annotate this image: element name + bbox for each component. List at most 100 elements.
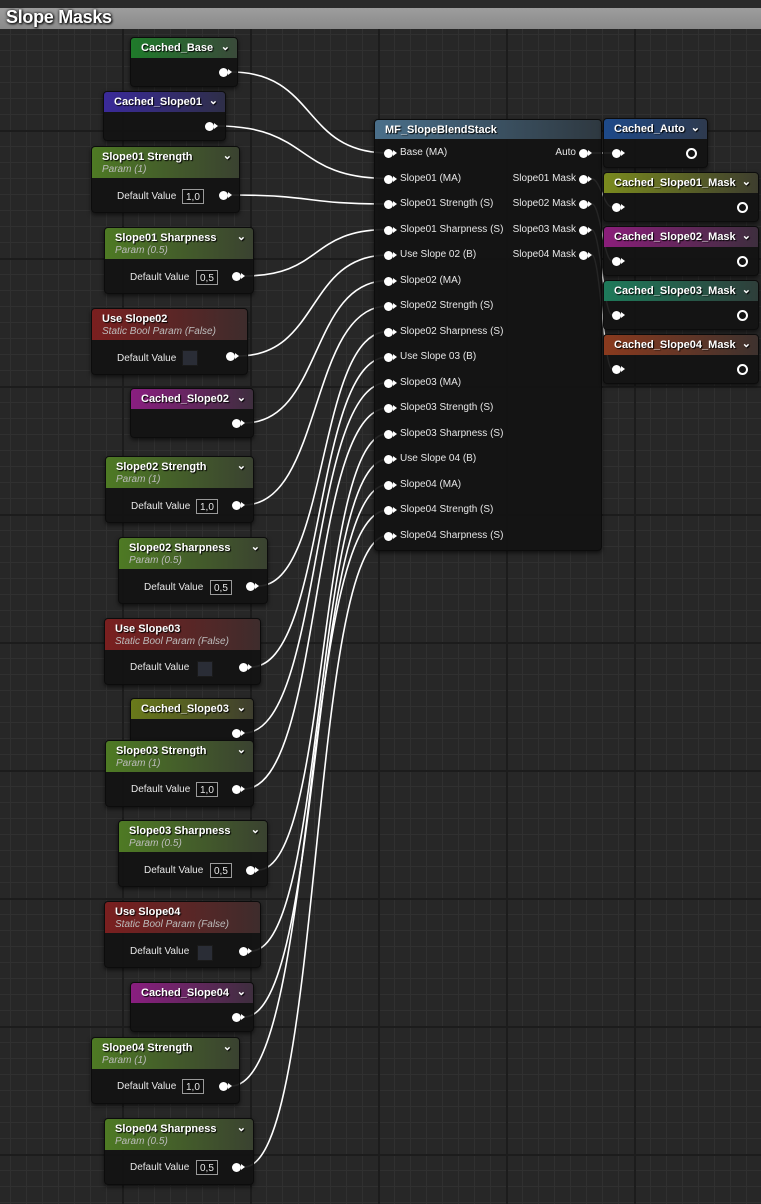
input-pin-icon[interactable]	[384, 455, 393, 464]
node-slope01-strength[interactable]: Slope01 Strength Param (1) ⌄ Default Value…	[91, 146, 240, 213]
chevron-down-icon[interactable]: ⌄	[742, 283, 751, 296]
output-pin-icon[interactable]	[246, 582, 255, 591]
output-pin-icon[interactable]	[246, 866, 255, 875]
default-value-field[interactable]: 0,5	[196, 270, 218, 285]
input-pin-icon[interactable]	[384, 506, 393, 515]
output-pin-icon[interactable]	[219, 1082, 228, 1091]
output-pin-icon[interactable]	[232, 419, 241, 428]
default-value-checkbox[interactable]	[197, 945, 213, 961]
output-pin-icon[interactable]	[232, 501, 241, 510]
input-pin-icon[interactable]	[384, 327, 393, 337]
output-pin-icon[interactable]	[219, 68, 228, 77]
node-cached-slope03-mask[interactable]: Cached_Slope03_Mask ⌄	[603, 280, 759, 330]
default-value-field[interactable]: 0,5	[210, 863, 232, 878]
output-pin-icon[interactable]	[205, 122, 214, 131]
output-pin-icon[interactable]	[239, 947, 248, 956]
output-pin-icon[interactable]	[232, 272, 241, 281]
chevron-down-icon[interactable]: ⌄	[237, 459, 246, 472]
output-pin-icon[interactable]	[737, 256, 748, 267]
chevron-down-icon[interactable]: ⌄	[237, 230, 246, 243]
chevron-down-icon[interactable]: ⌄	[223, 1040, 232, 1053]
chevron-down-icon[interactable]: ⌄	[691, 121, 700, 134]
chevron-down-icon[interactable]: ⌄	[237, 701, 246, 714]
node-slope02-sharpness[interactable]: Slope02 Sharpness Param (0.5) ⌄ Default Va…	[118, 537, 268, 604]
default-value-field[interactable]: 1,0	[196, 782, 218, 797]
output-pin-icon[interactable]	[232, 785, 241, 794]
default-value-field[interactable]: 0,5	[196, 1160, 218, 1175]
pin-arrow-icon	[235, 353, 239, 359]
input-pin-icon[interactable]	[384, 404, 393, 413]
default-value-field[interactable]: 1,0	[182, 189, 204, 204]
node-cached-slope02-mask[interactable]: Cached_Slope02_Mask ⌄	[603, 226, 759, 276]
input-pin-icon[interactable]	[384, 531, 393, 541]
chevron-down-icon[interactable]: ⌄	[237, 391, 246, 404]
chevron-down-icon[interactable]: ⌄	[251, 540, 260, 553]
node-slope04-strength[interactable]: Slope04 Strength Param (1) ⌄ Default Value…	[91, 1037, 240, 1104]
chevron-down-icon[interactable]: ⌄	[237, 1121, 246, 1134]
node-slope03-strength[interactable]: Slope03 Strength Param (1) ⌄ Default Value…	[105, 740, 254, 807]
node-cached-slope01[interactable]: Cached_Slope01 ⌄	[103, 91, 226, 141]
output-pin-icon[interactable]	[579, 225, 588, 235]
node-cached-auto[interactable]: Cached_Auto ⌄	[603, 118, 708, 168]
output-pin-icon[interactable]	[737, 364, 748, 375]
default-value-field[interactable]: 1,0	[196, 499, 218, 514]
node-slope02-strength[interactable]: Slope02 Strength Param (1) ⌄ Default Value…	[105, 456, 254, 523]
input-pin-icon[interactable]	[384, 174, 393, 184]
chevron-down-icon[interactable]: ⌄	[742, 229, 751, 242]
chevron-down-icon[interactable]: ⌄	[237, 985, 246, 998]
node-slope04-sharpness[interactable]: Slope04 Sharpness Param (0.5) ⌄ Default Va…	[104, 1118, 254, 1185]
node-cached-slope04[interactable]: Cached_Slope04 ⌄	[130, 982, 254, 1032]
node-mf-slope-blend-stack[interactable]: MF_SlopeBlendStack Base (MA) Slope01 (MA)…	[374, 119, 602, 551]
node-slope01-sharpness[interactable]: Slope01 Sharpness Param (0.5) ⌄ Default Va…	[104, 227, 254, 294]
chevron-down-icon[interactable]: ⌄	[221, 40, 230, 53]
output-pin-icon[interactable]	[579, 200, 588, 209]
input-pin-icon[interactable]	[612, 257, 621, 266]
input-pin-icon[interactable]	[384, 276, 393, 286]
node-use-slope02[interactable]: Use Slope02 Static Bool Param (False) Def…	[91, 308, 248, 375]
chevron-down-icon[interactable]: ⌄	[209, 94, 218, 107]
output-pin-icon[interactable]	[686, 148, 697, 159]
input-pin-icon[interactable]	[384, 149, 393, 158]
pin-arrow-icon	[588, 226, 592, 233]
output-pin-icon[interactable]	[232, 1013, 241, 1022]
chevron-down-icon[interactable]: ⌄	[237, 743, 246, 756]
output-pin-icon[interactable]	[579, 174, 588, 184]
default-value-field[interactable]: 0,5	[210, 580, 232, 595]
node-subtitle: Param (1)	[116, 474, 161, 485]
node-cached-slope04-mask[interactable]: Cached_Slope04_Mask ⌄	[603, 334, 759, 384]
node-cached-base[interactable]: Cached_Base ⌄	[130, 37, 238, 87]
input-pin-icon[interactable]	[384, 200, 393, 209]
output-pin-icon[interactable]	[579, 149, 588, 158]
input-pin-icon[interactable]	[612, 311, 621, 320]
output-pin-icon[interactable]	[226, 352, 235, 361]
default-value-checkbox[interactable]	[197, 661, 213, 677]
input-pin-icon[interactable]	[384, 378, 393, 388]
chevron-down-icon[interactable]: ⌄	[742, 175, 751, 188]
input-pin-icon[interactable]	[384, 429, 393, 439]
default-value-field[interactable]: 1,0	[182, 1079, 204, 1094]
node-slope03-sharpness[interactable]: Slope03 Sharpness Param (0.5) ⌄ Default Va…	[118, 820, 268, 887]
chevron-down-icon[interactable]: ⌄	[742, 337, 751, 350]
chevron-down-icon[interactable]: ⌄	[223, 149, 232, 162]
node-use-slope03[interactable]: Use Slope03 Static Bool Param (False) Def…	[104, 618, 261, 685]
input-pin-icon[interactable]	[384, 302, 393, 311]
output-pin-icon[interactable]	[232, 729, 241, 738]
output-pin-icon[interactable]	[232, 1163, 241, 1172]
output-pin-icon[interactable]	[737, 310, 748, 321]
input-pin-icon[interactable]	[384, 480, 393, 490]
output-pin-icon[interactable]	[239, 663, 248, 672]
node-use-slope04[interactable]: Use Slope04 Static Bool Param (False) Def…	[104, 901, 261, 968]
output-pin-icon[interactable]	[737, 202, 748, 213]
chevron-down-icon[interactable]: ⌄	[251, 823, 260, 836]
input-pin-icon[interactable]	[612, 149, 621, 158]
node-cached-slope01-mask[interactable]: Cached_Slope01_Mask ⌄	[603, 172, 759, 222]
input-pin-icon[interactable]	[384, 225, 393, 235]
input-pin-icon[interactable]	[384, 353, 393, 362]
default-value-checkbox[interactable]	[182, 350, 198, 366]
input-pin-icon[interactable]	[612, 203, 621, 212]
input-pin-icon[interactable]	[384, 251, 393, 260]
node-cached-slope02[interactable]: Cached_Slope02 ⌄	[130, 388, 254, 438]
input-pin-icon[interactable]	[612, 365, 621, 374]
output-pin-icon[interactable]	[579, 251, 588, 260]
output-pin-icon[interactable]	[219, 191, 228, 200]
